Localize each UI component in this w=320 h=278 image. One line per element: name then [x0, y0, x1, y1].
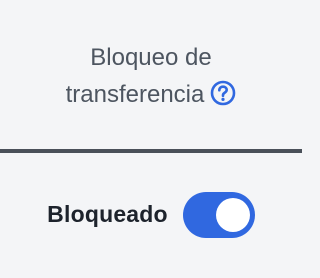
toggle-knob: [215, 197, 250, 232]
column-header: Bloqueo de transferencia: [0, 0, 302, 150]
header-line-1: Bloqueo de: [90, 43, 212, 71]
setting-row: Bloqueado: [0, 153, 302, 278]
header-line-2: transferencia: [65, 80, 205, 108]
column-header-title: Bloqueo de transferencia: [66, 39, 237, 113]
lock-status-label: Bloqueado: [47, 201, 168, 227]
transfer-lock-toggle[interactable]: [182, 191, 255, 238]
question-circle-icon[interactable]: [210, 80, 236, 106]
